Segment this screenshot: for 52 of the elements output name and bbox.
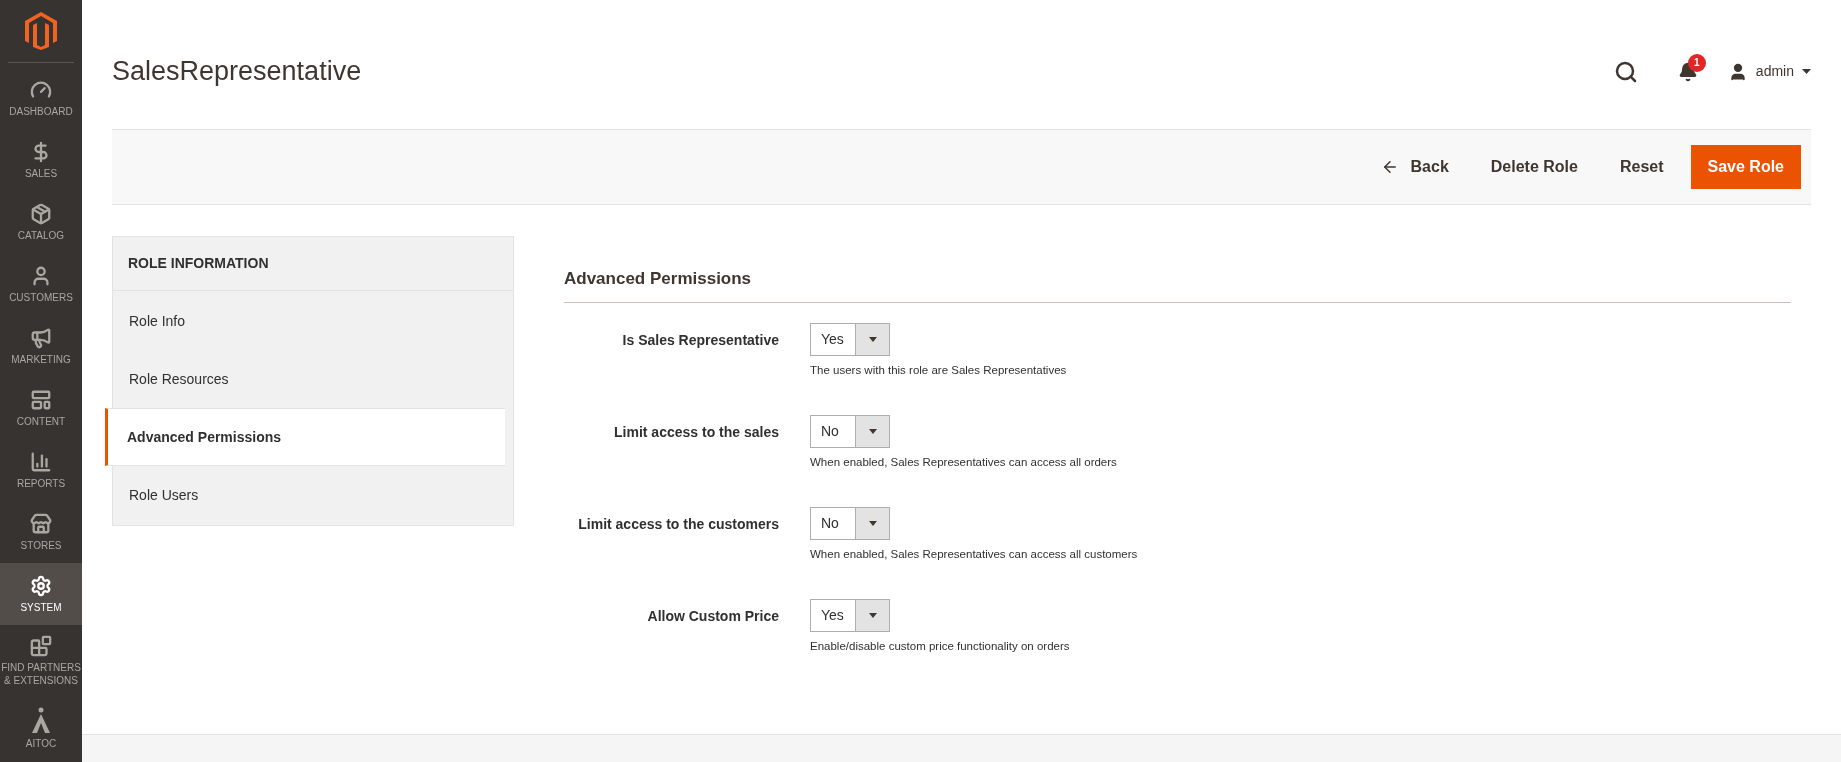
field-note: When enabled, Sales Representatives can access all orders — [810, 454, 1117, 470]
catalog-icon — [30, 202, 52, 225]
caret-icon — [868, 521, 877, 526]
page-title: SalesRepresentative — [112, 55, 363, 89]
caret-icon — [1802, 69, 1811, 74]
section-title: Advanced Permissions — [564, 266, 1791, 303]
sidebar-item[interactable]: CONTENT — [0, 377, 82, 439]
user-menu[interactable]: admin — [1727, 61, 1811, 82]
caret-icon — [868, 613, 877, 619]
field-label: Limit access to the customers — [577, 515, 779, 534]
tab[interactable]: Advanced Permissions — [105, 408, 505, 466]
sidebar-item[interactable]: FIND PARTNERS & EXTENSIONS — [0, 625, 82, 697]
select-field[interactable]: No — [810, 507, 890, 540]
marketing-icon — [30, 326, 52, 349]
caret-icon — [868, 336, 877, 342]
reports-icon — [30, 450, 52, 473]
caret-icon — [868, 428, 877, 434]
partners-icon — [30, 635, 52, 657]
select-field[interactable]: Yes — [810, 322, 890, 356]
tab[interactable]: Role Users — [113, 466, 513, 524]
save-button[interactable]: Save Role — [1690, 145, 1801, 189]
field-note: The users with this role are Sales Representatives — [810, 362, 1067, 378]
content-icon — [30, 388, 52, 411]
action-button[interactable]: Reset — [1604, 145, 1679, 189]
field-label: Limit access to the sales — [613, 422, 779, 442]
sidebar-item[interactable]: MARKETING — [0, 315, 82, 377]
settings-icon — [30, 574, 52, 597]
sidebar-item[interactable]: REPORTS — [0, 439, 82, 501]
tab[interactable]: Role Resources — [113, 350, 513, 408]
customers-icon — [30, 264, 52, 287]
sidebar-item[interactable]: AITOC — [0, 697, 82, 759]
search-icon[interactable] — [1613, 59, 1638, 84]
sidebar-item[interactable]: CATALOG — [0, 191, 82, 253]
sidebar-item[interactable]: STORES — [0, 501, 82, 563]
select-field[interactable]: No — [810, 414, 890, 448]
field-label: Allow Custom Price — [646, 607, 779, 627]
tab[interactable]: Role Info — [113, 292, 513, 350]
back-button[interactable]: Back — [1365, 145, 1464, 189]
panel-title: ROLE INFORMATION — [113, 237, 513, 291]
field-note: Enable/disable custom price functionality on orders — [810, 639, 1070, 655]
sidebar-item[interactable]: SALES — [0, 129, 82, 191]
sidebar-item[interactable]: DASHBOARD — [0, 67, 82, 129]
field-note: When enabled, Sales Representatives can access all customers — [810, 547, 1138, 562]
field-label: Is Sales Representative — [621, 330, 779, 350]
action-button[interactable]: Delete Role — [1475, 145, 1593, 189]
select-field[interactable]: Yes — [810, 599, 890, 633]
notification-count: 1 — [1687, 53, 1706, 72]
letter-a-logo-icon — [30, 706, 52, 733]
hexagon-logo-icon — [25, 12, 57, 50]
sidebar-item[interactable]: SYSTEM — [0, 563, 82, 625]
stores-icon — [30, 512, 52, 535]
sidebar-item[interactable]: CUSTOMERS — [0, 253, 82, 315]
